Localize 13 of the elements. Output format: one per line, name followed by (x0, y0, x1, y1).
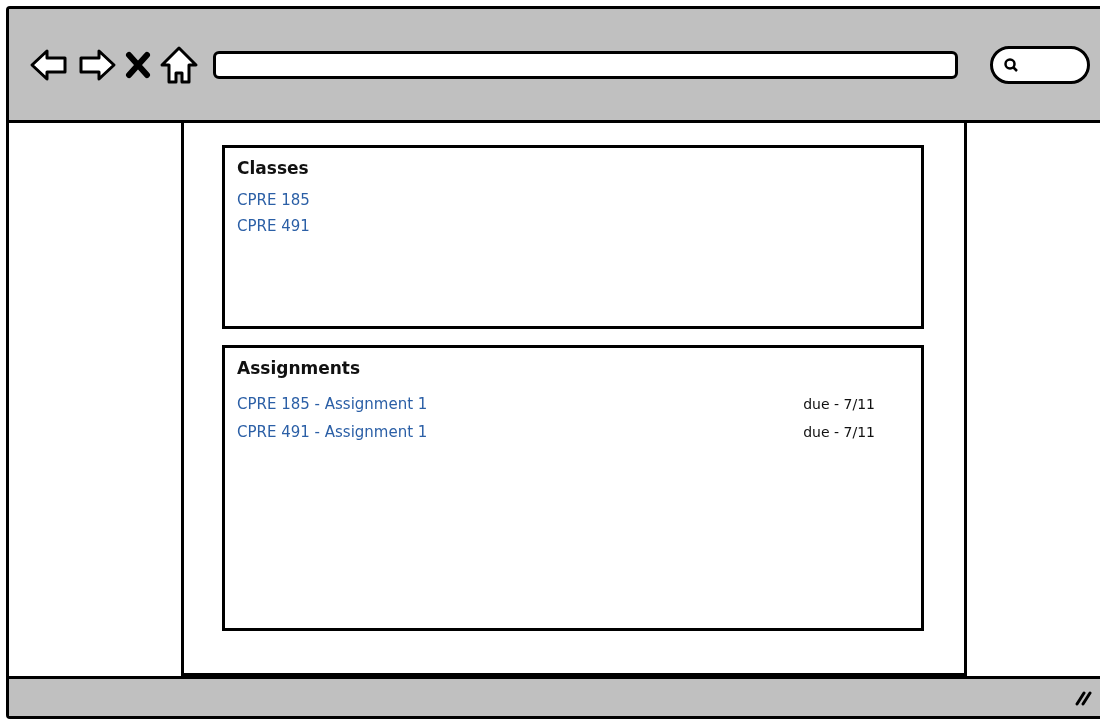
search-icon (1003, 56, 1019, 73)
assignment-link[interactable]: CPRE 491 - Assignment 1 (237, 423, 428, 441)
home-icon[interactable] (159, 44, 199, 85)
close-icon[interactable] (125, 49, 151, 80)
search-field[interactable] (990, 45, 1090, 84)
panel-title: Assignments (237, 358, 362, 378)
assignment-link[interactable]: CPRE 185 - Assignment 1 (237, 395, 428, 413)
address-field[interactable] (213, 50, 958, 79)
due-date: due - 7/11 (803, 396, 875, 412)
class-link[interactable]: CPRE 185 (237, 191, 310, 209)
due-date: due - 7/11 (803, 424, 875, 440)
panel-title: Classes (237, 158, 310, 178)
class-link[interactable]: CPRE 491 (237, 217, 310, 235)
